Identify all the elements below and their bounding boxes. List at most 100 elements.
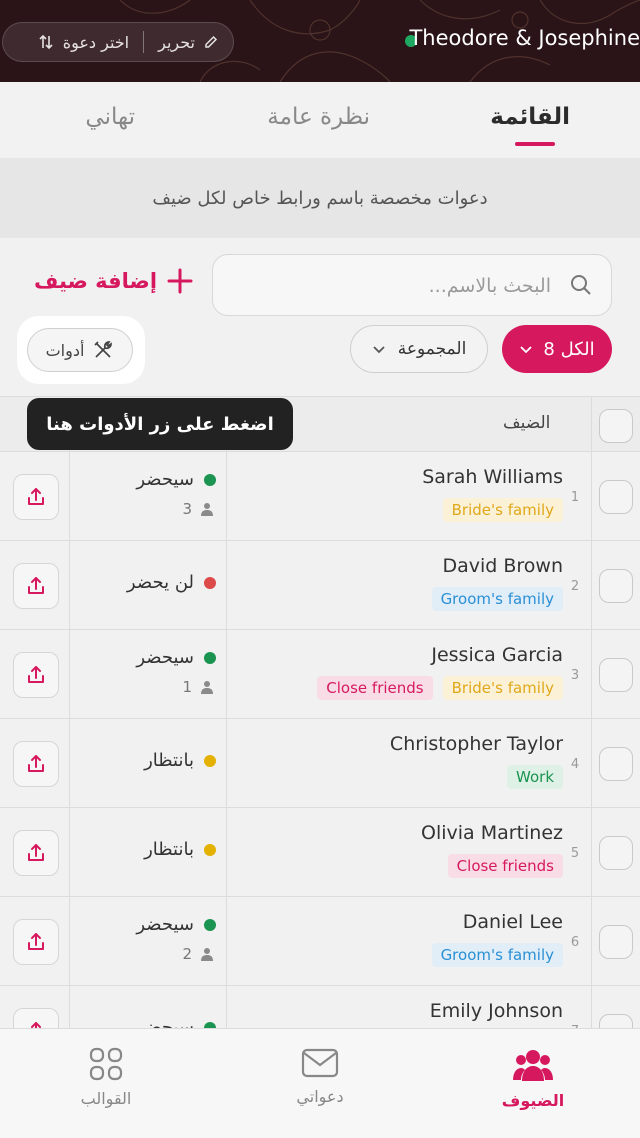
group-filter-dropdown[interactable]: المجموعة [350,325,488,373]
table-row[interactable]: 3 Jessica Garcia Bride's family Close frien… [0,630,640,719]
choose-invite-label: اختر دعوة [62,32,130,52]
attendee-count: 2 [182,945,214,963]
status-label: سيحضر [136,914,194,935]
share-icon [28,666,44,683]
app-header: Theodore & Josephine تحرير اختر دعوة [0,0,640,82]
chevron-down-icon [373,346,385,354]
header-actions: تحرير اختر دعوة [2,22,234,62]
tab-list[interactable]: القائمة [490,104,570,130]
status-dot [204,918,216,931]
event-title: Theodore & Josephine [409,26,640,50]
nav-templates-label: القوالب [80,1089,132,1108]
share-invite-button[interactable] [13,563,59,609]
divider [143,31,145,53]
guest-tags: Close friends [447,854,563,878]
search-placeholder: البحث بالاسم... [428,275,551,297]
rsvp-status: سيحضر [136,914,216,935]
nav-guests[interactable]: الضيوف [468,1047,598,1110]
guest-name[interactable]: Daniel Lee [463,911,563,933]
row-checkbox[interactable] [599,658,633,692]
guest-tags: Work [507,765,563,789]
share-icon [28,577,44,594]
guest-tags: Bride's family [442,498,563,522]
status-dot [204,651,216,664]
status-dot [204,843,216,856]
pencil-icon [205,35,218,48]
active-tab-indicator [515,142,555,146]
info-banner: دعوات مخصصة باسم ورابط خاص لكل ضيف [0,158,640,238]
row-checkbox[interactable] [599,836,633,870]
row-checkbox[interactable] [599,925,633,959]
tools-label: أدوات [45,340,85,360]
tab-overview[interactable]: نظرة عامة [267,104,370,130]
table-row[interactable]: 5 Olivia Martinez Close friends بانتظار [0,808,640,897]
filter-all-label: الكل 8 [543,338,595,360]
nav-guests-label: الضيوف [501,1091,565,1110]
guest-name[interactable]: Christopher Taylor [390,733,563,755]
group-filter-label: المجموعة [397,339,467,359]
bottom-navigation: الضيوف دعواتي القوالب [0,1028,640,1138]
rsvp-status: لن يحضر [127,572,216,593]
guest-name[interactable]: Olivia Martinez [421,822,563,844]
table-row[interactable]: 2 David Brown Groom's family لن يحضر [0,541,640,630]
search-icon [571,275,591,295]
row-number: 5 [570,846,580,861]
status-label: سيحضر [136,469,194,490]
filter-all-button[interactable]: الكل 8 [502,325,612,373]
table-row[interactable]: 4 Christopher Taylor Work بانتظار [0,719,640,808]
attendee-count-value: 1 [182,678,192,696]
swap-arrows-icon [39,34,53,50]
group-tag: Bride's family [442,676,563,700]
row-checkbox[interactable] [599,569,633,603]
row-number: 1 [570,490,580,505]
rsvp-status: بانتظار [144,750,216,771]
envelope-icon [301,1048,339,1078]
row-number: 6 [570,935,580,950]
add-guest-label: إضافة ضيف [34,269,158,293]
guest-name[interactable]: Emily Johnson [430,1000,563,1022]
column-divider [591,396,592,1028]
tab-bar: القائمة نظرة عامة تهاني [0,82,640,158]
guest-column-header: الضيف [503,413,551,433]
guest-name[interactable]: Jessica Garcia [431,644,563,666]
row-number: 4 [570,757,580,772]
tools-tooltip: اضغط على زر الأدوات هنا [27,398,293,450]
status-label: سيحضر [136,647,194,668]
search-input[interactable]: البحث بالاسم... [212,254,612,316]
guests-icon [513,1050,553,1081]
tools-button[interactable]: أدوات [27,328,133,372]
share-icon [28,488,44,505]
table-row[interactable]: 1 Sarah Williams Bride's family سيحضر 3 [0,452,640,541]
nav-my-invites-label: دعواتي [296,1087,344,1106]
attendee-count-value: 2 [182,945,192,963]
guest-tags: Groom's family [431,587,563,611]
group-tag: Close friends [447,854,563,878]
row-checkbox[interactable] [599,480,633,514]
attendee-count-value: 3 [182,500,192,518]
choose-invite-button[interactable]: اختر دعوة [23,33,143,52]
person-icon [201,681,213,694]
person-icon [201,503,213,516]
add-guest-button[interactable]: إضافة ضيف [34,268,193,294]
rsvp-status: بانتظار [144,839,216,860]
share-invite-button[interactable] [13,919,59,965]
share-invite-button[interactable] [13,652,59,698]
nav-my-invites[interactable]: دعواتي [255,1047,385,1106]
guest-name[interactable]: Sarah Williams [422,466,563,488]
select-all-checkbox[interactable] [599,409,633,443]
nav-templates[interactable]: القوالب [41,1047,171,1108]
row-checkbox[interactable] [599,747,633,781]
tools-icon [94,341,113,358]
edit-button[interactable]: تحرير [144,33,233,52]
attendee-count: 1 [182,678,214,696]
share-icon [28,844,44,861]
share-invite-button[interactable] [13,474,59,520]
status-dot [204,576,216,589]
guest-name[interactable]: David Brown [442,555,563,577]
tab-greetings[interactable]: تهاني [85,104,135,130]
share-invite-button[interactable] [13,741,59,787]
share-invite-button[interactable] [13,830,59,876]
table-row[interactable]: 6 Daniel Lee Groom's family سيحضر 2 [0,897,640,986]
column-divider [69,396,70,1028]
guest-tags: Bride's family Close friends [317,676,563,700]
